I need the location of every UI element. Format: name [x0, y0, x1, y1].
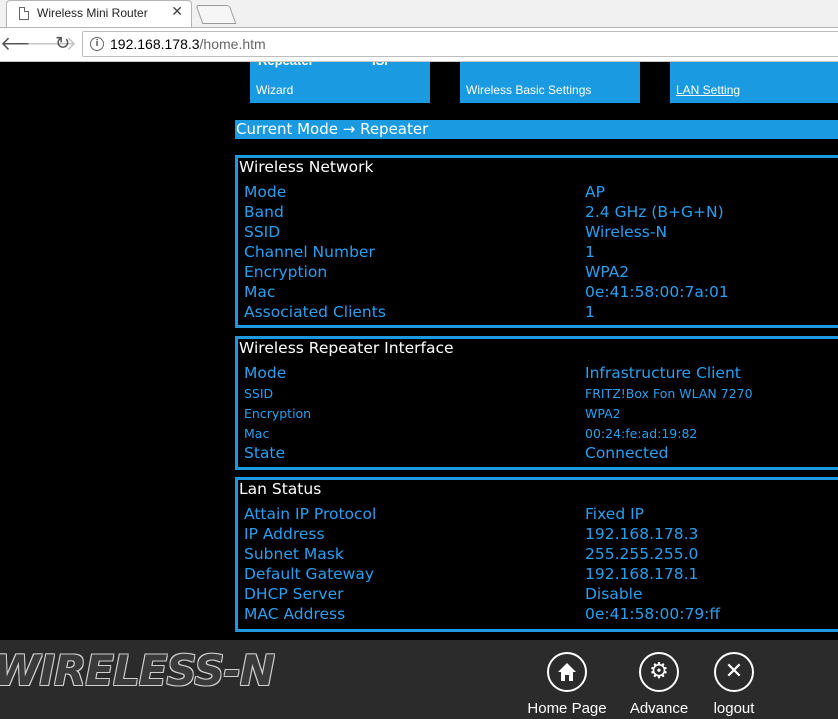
row-value: Fixed IP — [585, 505, 645, 523]
section-title: Wireless Network — [239, 158, 374, 176]
current-mode-bar: Current Mode → Repeater — [235, 120, 838, 139]
row-value: AP — [585, 183, 605, 201]
menu-tile-wizard[interactable]: Repeater ISP Wizard — [250, 62, 430, 103]
menu-tile-wireless-basic[interactable]: Wireless Basic Settings — [460, 62, 640, 103]
home-page-label[interactable]: Home Page — [522, 700, 612, 717]
url-path: /home.htm — [199, 36, 266, 52]
row-value: 1 — [585, 303, 595, 321]
page-icon — [19, 7, 29, 20]
home-icon[interactable] — [547, 652, 587, 692]
info-row: Mac 00:24:fe:ad:19:82 — [244, 424, 838, 444]
row-value: Disable — [585, 585, 643, 603]
url-host: 192.168.178.3 — [110, 36, 200, 52]
info-row: Encryption WPA2 — [244, 404, 838, 424]
row-value: 255.255.255.0 — [585, 545, 699, 563]
row-label: Attain IP Protocol — [244, 505, 377, 523]
row-value: Connected — [585, 444, 669, 462]
row-label: Subnet Mask — [244, 545, 344, 563]
new-tab-button[interactable] — [195, 5, 237, 24]
logout-button[interactable]: ✕ logout — [689, 652, 779, 717]
row-label: MAC Address — [244, 605, 346, 623]
row-label: SSID — [244, 223, 281, 241]
menu-tile-label: Wizard — [256, 83, 294, 97]
browser-toolbar: 🡐 🡒 ↻ i 192.168.178.3/home.htm — [0, 28, 838, 62]
info-icon[interactable]: i — [90, 37, 104, 51]
info-row: Mac 0e:41:58:00:7a:01 — [244, 283, 838, 303]
row-label: Channel Number — [244, 243, 375, 261]
info-row: Subnet Mask 255.255.255.0 — [244, 545, 838, 565]
close-icon[interactable]: ✕ — [714, 652, 754, 692]
info-row: Band 2.4 GHz (B+G+N) — [244, 203, 838, 223]
row-label: Encryption — [244, 406, 312, 421]
row-label: IP Address — [244, 525, 325, 543]
row-label: Encryption — [244, 263, 328, 281]
row-label: SSID — [244, 386, 274, 401]
row-value: WPA2 — [585, 263, 630, 281]
info-row: Attain IP Protocol Fixed IP — [244, 505, 838, 525]
info-row: MAC Address 0e:41:58:00:79:ff — [244, 605, 838, 625]
brand-logo: WIRELESS-N — [0, 646, 275, 695]
wireless-network-panel: Wireless Network Mode AP Band 2.4 GHz (B+G… — [235, 155, 838, 328]
row-label: State — [244, 444, 286, 462]
row-label: Mode — [244, 183, 287, 201]
row-value: 00:24:fe:ad:19:82 — [585, 426, 698, 441]
info-row: Mode AP — [244, 183, 838, 203]
info-row: SSID Wireless-N — [244, 223, 838, 243]
home-page-button[interactable]: Home Page — [522, 652, 612, 717]
info-row: Default Gateway 192.168.178.1 — [244, 565, 838, 585]
row-label: Band — [244, 203, 284, 221]
row-value: Infrastructure Client — [585, 364, 741, 382]
browser-tab-strip: Wireless Mini Router ✕ — [0, 0, 838, 28]
lan-status-panel: Lan Status Attain IP Protocol Fixed IP IP… — [235, 477, 838, 632]
info-row: IP Address 192.168.178.3 — [244, 525, 838, 545]
info-row: Mode Infrastructure Client — [244, 364, 838, 384]
row-label: DHCP Server — [244, 585, 344, 603]
tab-title: Wireless Mini Router — [37, 6, 148, 20]
info-row: SSID FRITZ!Box Fon WLAN 7270 — [244, 384, 838, 404]
menu-tile-label[interactable]: LAN Setting — [676, 83, 740, 97]
row-label: Mac — [244, 283, 276, 301]
close-tab-icon[interactable]: ✕ — [171, 4, 183, 20]
row-value: FRITZ!Box Fon WLAN 7270 — [585, 386, 753, 401]
row-value: 0e:41:58:00:7a:01 — [585, 283, 729, 301]
row-value: 192.168.178.3 — [585, 525, 699, 543]
gear-icon[interactable]: ⚙ — [639, 652, 679, 692]
browser-tab[interactable]: Wireless Mini Router ✕ — [6, 0, 192, 27]
row-value: Wireless-N — [585, 223, 668, 241]
menu-tile-lan-setting[interactable]: LAN Setting — [670, 62, 838, 103]
reload-icon[interactable]: ↻ — [55, 33, 70, 55]
menu-tile-label: Wireless Basic Settings — [466, 83, 592, 97]
section-title: Wireless Repeater Interface — [239, 339, 454, 357]
repeater-interface-panel: Wireless Repeater Interface Mode Infrastr… — [235, 336, 838, 470]
row-value: 1 — [585, 243, 595, 261]
row-value: 0e:41:58:00:79:ff — [585, 605, 721, 623]
row-label: Default Gateway — [244, 565, 375, 583]
info-row: State Connected — [244, 444, 838, 464]
tile-cut-label-2: ISP — [372, 62, 393, 97]
row-label: Mac — [244, 426, 270, 441]
footer-bar: WIRELESS-N Home Page ⚙ Advance ✕ logout — [0, 640, 838, 719]
row-label: Mode — [244, 364, 287, 382]
row-value: WPA2 — [585, 406, 621, 421]
address-bar[interactable]: i 192.168.178.3/home.htm — [82, 31, 838, 57]
info-row: Associated Clients 1 — [244, 303, 838, 323]
url-text: 192.168.178.3/home.htm — [110, 36, 266, 52]
row-value: 2.4 GHz (B+G+N) — [585, 203, 724, 221]
info-row: Channel Number 1 — [244, 243, 838, 263]
section-title: Lan Status — [239, 480, 322, 498]
row-label: Associated Clients — [244, 303, 386, 321]
logout-label[interactable]: logout — [689, 700, 779, 717]
info-row: Encryption WPA2 — [244, 263, 838, 283]
info-row: DHCP Server Disable — [244, 585, 838, 605]
row-value: 192.168.178.1 — [585, 565, 699, 583]
